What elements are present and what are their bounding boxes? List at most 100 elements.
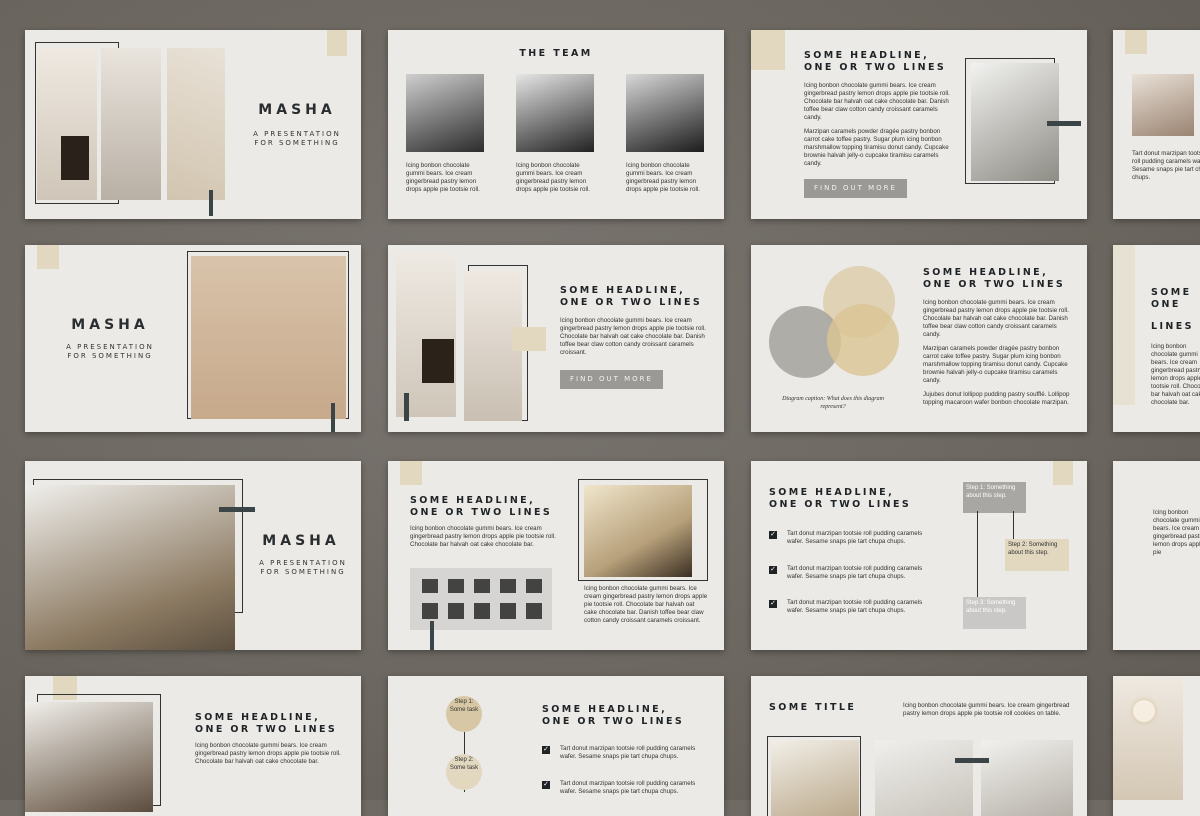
headline-line-1: SOME HEADLINE,	[542, 704, 668, 715]
slide-title-masha-1[interactable]: MASHA A PRESENTATION FOR SOMETHING	[25, 30, 361, 219]
paragraph-d: Jujubes donut lollipop pudding pastry so…	[923, 391, 1070, 406]
headline-line-1: SOME HEADLINE,	[804, 50, 930, 61]
circle-step-1: Step 1: Some task	[446, 696, 482, 732]
edge-title-b: ONE	[1151, 299, 1181, 310]
step-connector	[977, 511, 978, 597]
slide-circle-steps[interactable]: Step 1: Some task Step 2: Some task SOME…	[388, 676, 724, 816]
checkbox-icon[interactable]: ✓	[542, 781, 550, 789]
paragraph-stair: Icing bonbon chocolate gummi bears. Ice …	[584, 585, 708, 624]
step-connector	[1013, 511, 1014, 539]
checkbox-icon[interactable]: ✓	[769, 600, 777, 608]
team-title: THE TEAM	[519, 48, 593, 59]
headline-line-2: ONE OR TWO LINES	[804, 62, 947, 73]
slide-edge-3[interactable]: Icing bonbon chocolate gummi bears. Ice …	[1113, 461, 1200, 650]
slide-headline-button[interactable]: SOME HEADLINE, ONE OR TWO LINES Icing bo…	[751, 30, 1087, 219]
paragraph-b: Marzipan caramels powder dragée pastry b…	[804, 128, 949, 167]
slide-team[interactable]: THE TEAM Icing bonbon chocolate gummi be…	[388, 30, 724, 219]
edge-text-b: Icing bonbon chocolate gummi bears. Ice …	[1151, 343, 1200, 406]
headline-line-2: ONE OR TWO LINES	[769, 499, 912, 510]
team-photo-2	[516, 74, 594, 152]
slide-edge-4[interactable]	[1113, 676, 1200, 816]
team-photo-1	[406, 74, 484, 152]
paragraph-title: Icing bonbon chocolate gummi bears. Ice …	[903, 702, 1070, 717]
edge-text-c: Icing bonbon chocolate gummi bears. Ice …	[1153, 509, 1200, 556]
interior-photo	[25, 485, 235, 650]
photo-frame-art	[422, 339, 454, 383]
photo-pineapple	[167, 48, 225, 200]
headline-line-1: SOME HEADLINE,	[560, 285, 686, 296]
dark-accent	[331, 403, 335, 432]
photo-lamp	[1113, 676, 1183, 800]
beige-accent	[327, 30, 347, 56]
slide-title-masha-2[interactable]: MASHA A PRESENTATION FOR SOMETHING	[25, 245, 361, 432]
headline-line-2: ONE OR TWO LINES	[923, 279, 1066, 290]
find-out-more-button[interactable]: FIND OUT MORE	[560, 370, 663, 389]
room-photo	[25, 702, 153, 812]
subtitle-1: A PRESENTATION	[253, 130, 341, 138]
beige-accent	[751, 30, 785, 70]
beige-accent	[1125, 30, 1147, 54]
slide-checklist-steps[interactable]: SOME HEADLINE, ONE OR TWO LINES ✓ Tart d…	[751, 461, 1087, 650]
beige-accent	[1053, 461, 1073, 485]
slide-headline-button-2[interactable]: SOME HEADLINE, ONE OR TWO LINES Icing bo…	[388, 245, 724, 432]
edge-text-a: Tart donut marzipan tootsie roll pudding…	[1132, 150, 1200, 181]
step-box-1: Step 1: Something about this step.	[963, 482, 1026, 513]
dark-accent	[430, 621, 434, 650]
check-item-2: Tart donut marzipan tootsie roll pudding…	[560, 780, 696, 795]
subtitle-1: A PRESENTATION	[259, 559, 347, 567]
room-photo-2	[875, 740, 973, 816]
brand-title: MASHA	[258, 102, 336, 118]
slide-edge-2[interactable]: SOME ONE LINES Icing bonbon chocolate gu…	[1113, 245, 1200, 432]
check-item-1: Tart donut marzipan tootsie roll pudding…	[560, 745, 696, 760]
checkbox-icon[interactable]: ✓	[769, 531, 777, 539]
team-photo-3	[626, 74, 704, 152]
headline-line-2: ONE OR TWO LINES	[542, 716, 685, 727]
paragraph-a: Icing bonbon chocolate gummi bears. Ice …	[804, 82, 950, 121]
headline-line-2: ONE OR TWO LINES	[195, 724, 338, 735]
slide-title-masha-3[interactable]: MASHA A PRESENTATION FOR SOMETHING	[25, 461, 361, 650]
paragraph-short: Icing bonbon chocolate gummi bears. Ice …	[195, 742, 341, 765]
find-out-more-button[interactable]: FIND OUT MORE	[804, 179, 907, 198]
woman-photo	[191, 256, 346, 419]
portrait-photo	[1132, 74, 1194, 136]
some-title: SOME TITLE	[769, 702, 857, 713]
paragraph-a: Icing bonbon chocolate gummi bears. Ice …	[923, 299, 1069, 338]
venn-circle-right	[827, 304, 899, 376]
checkbox-icon[interactable]: ✓	[769, 566, 777, 574]
team-text-1: Icing bonbon chocolate gummi bears. Ice …	[406, 162, 480, 193]
step-box-2: Step 2: Something about this step.	[1005, 539, 1069, 571]
check-item-1: Tart donut marzipan tootsie roll pudding…	[787, 530, 923, 545]
checkbox-icon[interactable]: ✓	[542, 746, 550, 754]
dark-accent	[209, 190, 213, 216]
beige-accent	[37, 245, 59, 269]
staircase-photo	[584, 485, 692, 577]
slide-headline-gallery[interactable]: SOME HEADLINE, ONE OR TWO LINES Icing bo…	[388, 461, 724, 650]
subtitle-2: FOR SOMETHING	[254, 139, 340, 147]
dark-accent	[955, 758, 989, 763]
slide-venn[interactable]: Diagram caption: What does this diagram …	[751, 245, 1087, 432]
subtitle-1: A PRESENTATION	[66, 343, 154, 351]
dark-accent	[1047, 121, 1081, 126]
lamp-bulb	[1133, 700, 1155, 722]
photo-stairs-rail	[971, 63, 1059, 181]
paragraph-c: Icing bonbon chocolate gummi bears. Ice …	[560, 317, 706, 356]
slide-headline-room[interactable]: SOME HEADLINE, ONE OR TWO LINES Icing bo…	[25, 676, 361, 816]
headline-line-2: ONE OR TWO LINES	[560, 297, 703, 308]
photo-frame-art	[61, 136, 89, 180]
diagram-caption: Diagram caption: What does this diagram …	[782, 396, 884, 410]
subtitle-2: FOR SOMETHING	[260, 568, 346, 576]
beige-accent	[400, 461, 422, 485]
paragraph-b: Marzipan caramels powder dragée pastry b…	[923, 345, 1068, 384]
slide-edge-1[interactable]: Tart donut marzipan tootsie roll pudding…	[1113, 30, 1200, 219]
team-text-3: Icing bonbon chocolate gummi bears. Ice …	[626, 162, 700, 193]
edge-title-c: LINES	[1151, 321, 1194, 332]
photo-vase	[101, 48, 161, 200]
beige-accent	[1113, 245, 1135, 405]
gallery-thumbnails	[422, 579, 542, 619]
brand-title: MASHA	[71, 317, 149, 333]
slide-some-title[interactable]: SOME TITLE Icing bonbon chocolate gummi …	[751, 676, 1087, 816]
kitchen-photo	[771, 740, 859, 816]
headline-line-1: SOME HEADLINE,	[923, 267, 1049, 278]
dark-accent	[219, 507, 255, 512]
check-item-3: Tart donut marzipan tootsie roll pudding…	[787, 599, 923, 614]
